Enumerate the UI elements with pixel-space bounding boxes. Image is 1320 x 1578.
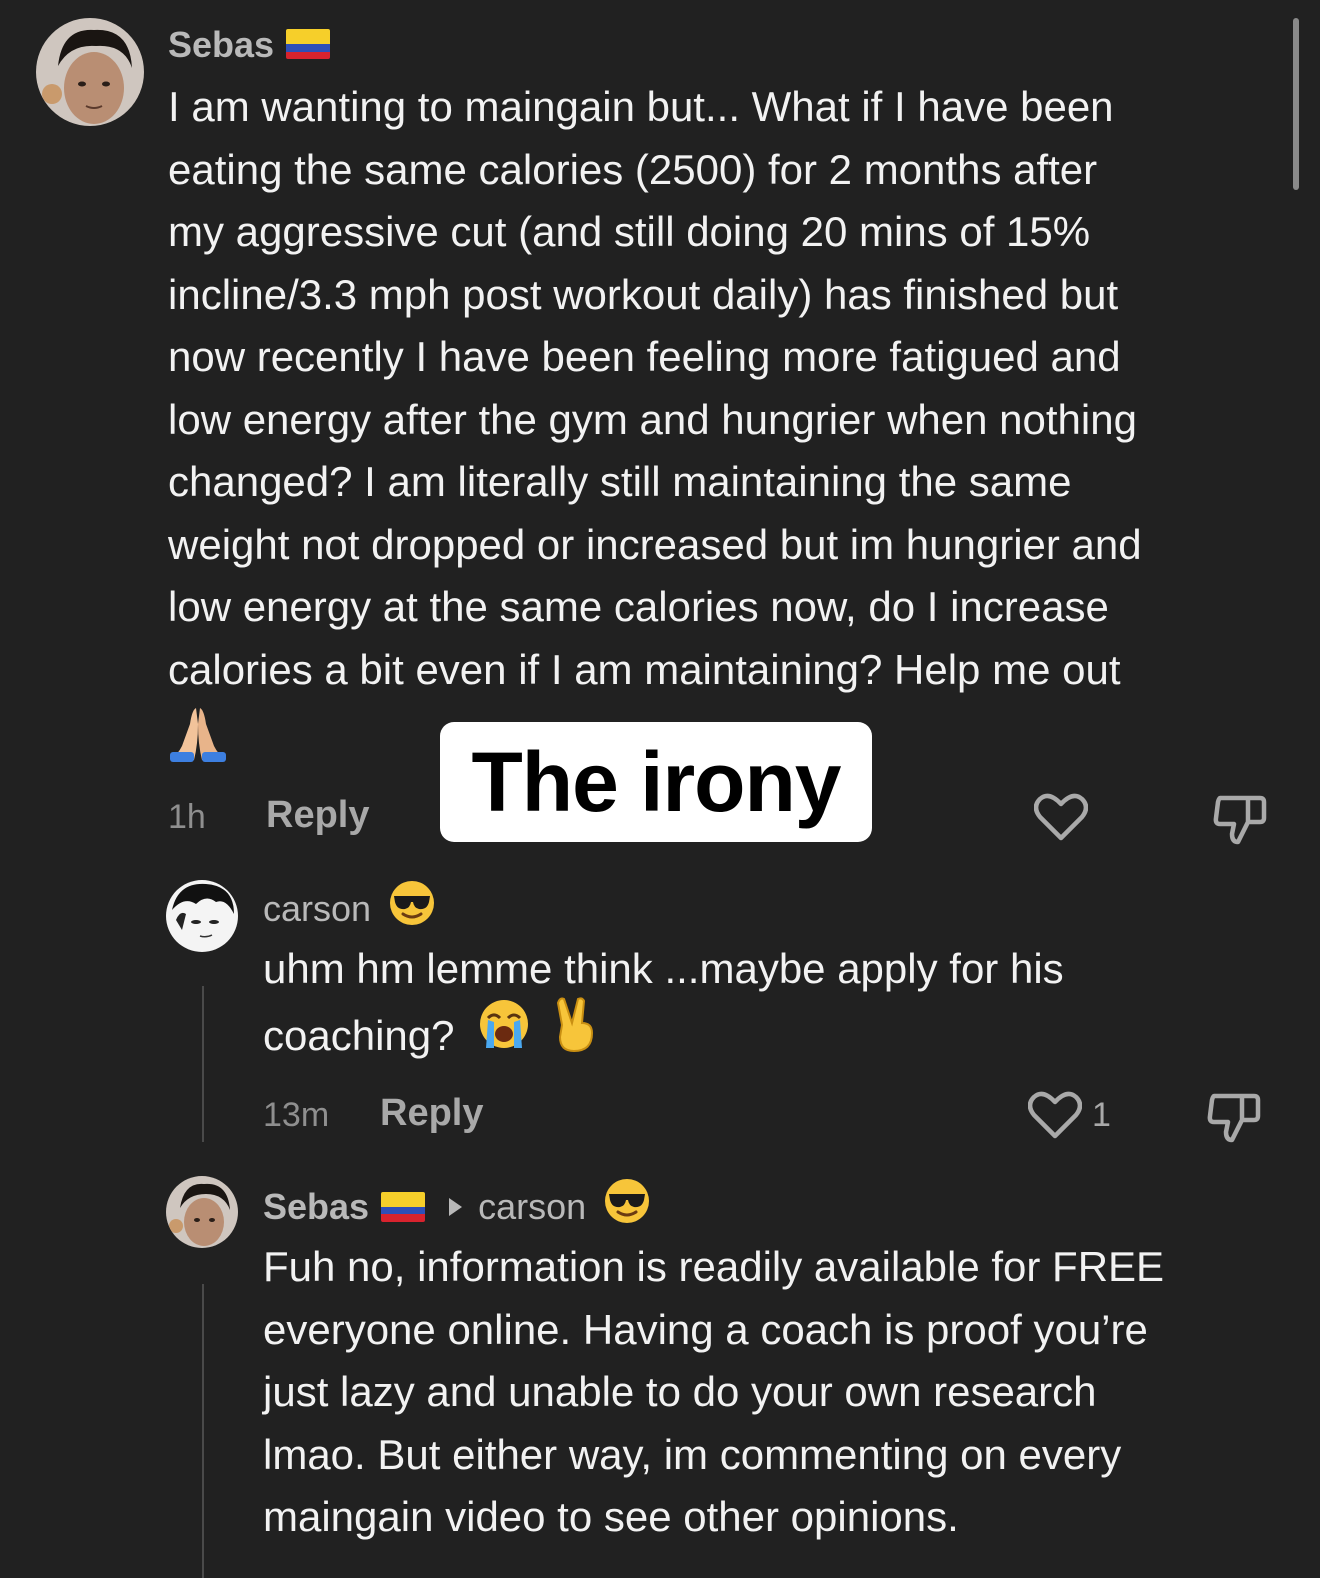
scrollbar[interactable] <box>1293 18 1299 190</box>
like-count: 1 <box>1092 1096 1111 1134</box>
comment-text: uhm hm lemme think ...maybe apply for hi… <box>263 938 1263 1076</box>
comment-username[interactable]: carson <box>263 881 435 939</box>
thumbs-down-outline-icon[interactable] <box>1212 792 1268 851</box>
comment-timestamp: 1h <box>168 798 206 836</box>
colombia-flag-icon <box>286 29 331 60</box>
overlay-caption: The irony <box>440 722 872 842</box>
loudly-crying-emoji-icon <box>478 998 530 1068</box>
comment-username[interactable]: Sebas carson <box>263 1179 650 1237</box>
avatar[interactable] <box>36 18 144 126</box>
comment-text: Fuh no, information is readily available… <box>263 1243 1165 1540</box>
colombia-flag-icon <box>381 1191 426 1222</box>
reply-button[interactable]: Reply <box>266 794 369 837</box>
comment-username[interactable]: Sebas <box>168 24 331 66</box>
sunglasses-emoji-icon <box>389 880 435 935</box>
folded-hands-emoji-icon <box>168 704 228 767</box>
thumbs-down-outline-icon[interactable] <box>1206 1090 1262 1149</box>
reply-button[interactable]: Reply <box>380 1092 483 1135</box>
avatar[interactable] <box>166 880 238 952</box>
thread-line <box>202 986 204 1142</box>
heart-outline-icon[interactable] <box>1033 792 1089 847</box>
reply-arrow-icon <box>449 1198 463 1217</box>
avatar[interactable] <box>166 1176 238 1248</box>
sunglasses-emoji-icon <box>604 1178 650 1233</box>
heart-outline-icon[interactable] <box>1027 1090 1083 1145</box>
thread-line <box>202 1284 204 1578</box>
comment-timestamp: 13m <box>263 1096 330 1134</box>
comment-text: I am wanting to maingain but... What if … <box>168 83 1142 693</box>
victory-hand-emoji-icon <box>552 995 598 1071</box>
reply-target-username[interactable]: carson <box>478 1186 586 1227</box>
